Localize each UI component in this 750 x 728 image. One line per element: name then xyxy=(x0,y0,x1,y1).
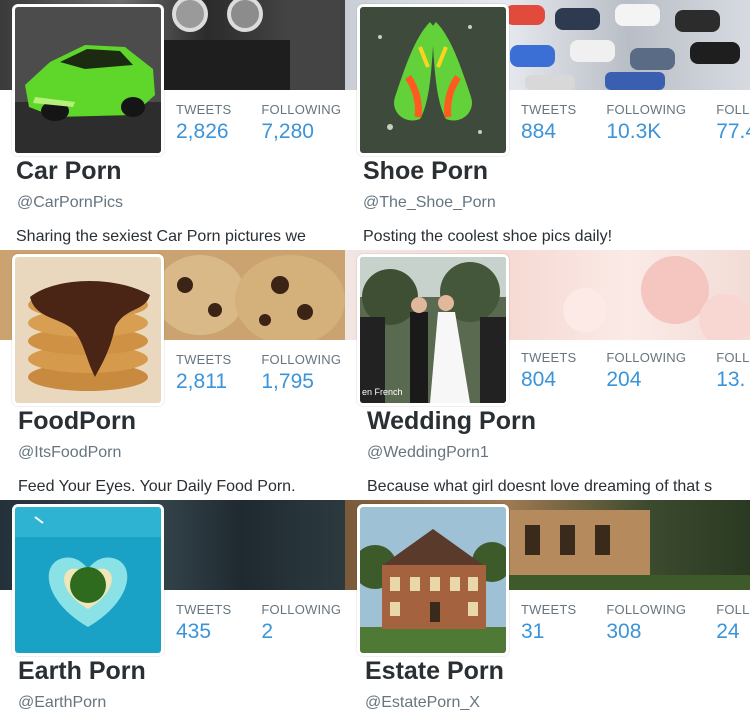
stat-value: 2,811 xyxy=(176,370,227,393)
profile-name[interactable]: Earth Porn xyxy=(18,657,146,686)
avatar[interactable] xyxy=(357,504,509,656)
stat-label: FOLLOWING xyxy=(606,602,687,617)
stat-tweets[interactable]: TWEETS 2,811 xyxy=(176,352,231,394)
profile-bio: Because what girl doesnt love dreaming o… xyxy=(367,478,713,495)
stat-value: 24 xyxy=(716,620,740,643)
stat-tweets[interactable]: TWEETS 804 xyxy=(521,350,576,392)
stat-value: 884 xyxy=(521,120,557,143)
avatar[interactable] xyxy=(12,504,164,656)
profile-stats: TWEETS 804 FOLLOWING 204 FOLL 13. xyxy=(521,350,750,392)
stat-followers[interactable]: FOLL 24 xyxy=(716,602,749,644)
stat-value: 31 xyxy=(521,620,545,643)
stat-value: 435 xyxy=(176,620,212,643)
profile-card-food-porn[interactable]: TWEETS 2,811 FOLLOWING 1,795 FoodPorn @I… xyxy=(0,250,345,500)
profile-handle[interactable]: @ItsFoodPorn xyxy=(18,444,121,462)
island-image xyxy=(15,507,161,653)
stat-following[interactable]: FOLLOWING 1,795 xyxy=(261,352,341,394)
stat-tweets[interactable]: TWEETS 31 xyxy=(521,602,576,644)
car-image xyxy=(15,7,161,153)
profile-stats: TWEETS 2,811 FOLLOWING 1,795 xyxy=(176,352,345,394)
stat-value: 13. xyxy=(716,368,746,391)
avatar[interactable] xyxy=(12,4,164,156)
estate-image xyxy=(360,507,506,653)
stat-label: FOLLOWING xyxy=(606,102,687,117)
stat-label: FOLLO xyxy=(716,102,750,117)
stat-tweets[interactable]: TWEETS 884 xyxy=(521,102,576,144)
stat-label: FOLLOWING xyxy=(261,352,342,367)
profile-name[interactable]: Car Porn xyxy=(16,157,122,186)
profile-bio: Feed Your Eyes. Your Daily Food Porn. xyxy=(18,478,296,495)
stat-following[interactable]: FOLLOWING 2 xyxy=(261,602,341,644)
stat-value: 1,795 xyxy=(261,370,314,393)
stat-following[interactable]: FOLLOWING 308 xyxy=(606,602,686,644)
profile-handle[interactable]: @EarthPorn xyxy=(18,694,106,712)
profile-stats: TWEETS 2,826 FOLLOWING 7,280 xyxy=(176,102,345,144)
profile-handle[interactable]: @EstatePorn_X xyxy=(365,694,480,712)
stat-tweets[interactable]: TWEETS 435 xyxy=(176,602,231,644)
profile-handle[interactable]: @CarPornPics xyxy=(17,194,123,212)
stat-value: 204 xyxy=(606,368,642,391)
wedding-image: en French xyxy=(360,257,506,403)
stat-value: 10.3K xyxy=(606,120,662,143)
stat-value: 804 xyxy=(521,368,557,391)
profile-card-estate-porn[interactable]: TWEETS 31 FOLLOWING 308 FOLL 24 Estate P… xyxy=(345,500,750,728)
profile-name[interactable]: FoodPorn xyxy=(18,407,136,436)
profile-name[interactable]: Shoe Porn xyxy=(363,157,488,186)
shoe-image xyxy=(360,7,506,153)
stat-label: TWEETS xyxy=(521,350,577,365)
avatar[interactable] xyxy=(357,4,509,156)
stat-value: 77.4 xyxy=(716,120,750,143)
profile-card-earth-porn[interactable]: TWEETS 435 FOLLOWING 2 Earth Porn @Earth… xyxy=(0,500,345,728)
profile-card-shoe-porn[interactable]: TWEETS 884 FOLLOWING 10.3K FOLLO 77.4 Sh… xyxy=(345,0,750,250)
stat-label: TWEETS xyxy=(521,102,577,117)
stat-followers[interactable]: FOLLO 77.4 xyxy=(716,102,750,144)
profile-stats: TWEETS 31 FOLLOWING 308 FOLL 24 xyxy=(521,602,750,644)
profile-card-wedding-porn[interactable]: en French TWEETS 804 FOLLOWING 204 FOLL … xyxy=(345,250,750,500)
stat-value: 7,280 xyxy=(261,120,314,143)
pancake-image xyxy=(15,257,161,403)
stat-following[interactable]: FOLLOWING 7,280 xyxy=(261,102,341,144)
stat-label: FOLL xyxy=(716,350,750,365)
stat-label: FOLL xyxy=(716,602,750,617)
profile-card-car-porn[interactable]: TWEETS 2,826 FOLLOWING 7,280 Car Porn @C… xyxy=(0,0,345,250)
profile-stats: TWEETS 435 FOLLOWING 2 xyxy=(176,602,345,644)
stat-label: FOLLOWING xyxy=(261,102,342,117)
stat-label: TWEETS xyxy=(176,602,232,617)
stat-value: 308 xyxy=(606,620,642,643)
stat-value: 2,826 xyxy=(176,120,229,143)
stat-label: FOLLOWING xyxy=(606,350,687,365)
profile-bio: Sharing the sexiest Car Porn pictures we xyxy=(16,228,306,245)
svg-text:en French: en French xyxy=(362,387,403,397)
profile-name[interactable]: Wedding Porn xyxy=(367,407,536,436)
stat-following[interactable]: FOLLOWING 10.3K xyxy=(606,102,686,144)
profile-handle[interactable]: @The_Shoe_Porn xyxy=(363,194,496,212)
avatar[interactable] xyxy=(12,254,164,406)
profile-handle[interactable]: @WeddingPorn1 xyxy=(367,444,489,462)
stat-tweets[interactable]: TWEETS 2,826 xyxy=(176,102,231,144)
profile-stats: TWEETS 884 FOLLOWING 10.3K FOLLO 77.4 xyxy=(521,102,750,144)
stat-followers[interactable]: FOLL 13. xyxy=(716,350,749,392)
profile-name[interactable]: Estate Porn xyxy=(365,657,504,686)
stat-label: TWEETS xyxy=(176,102,232,117)
stat-following[interactable]: FOLLOWING 204 xyxy=(606,350,686,392)
stat-value: 2 xyxy=(261,620,274,643)
stat-label: TWEETS xyxy=(521,602,577,617)
profile-bio: Posting the coolest shoe pics daily! xyxy=(363,228,613,245)
stat-label: FOLLOWING xyxy=(261,602,342,617)
stat-label: TWEETS xyxy=(176,352,232,367)
avatar[interactable]: en French xyxy=(357,254,509,406)
